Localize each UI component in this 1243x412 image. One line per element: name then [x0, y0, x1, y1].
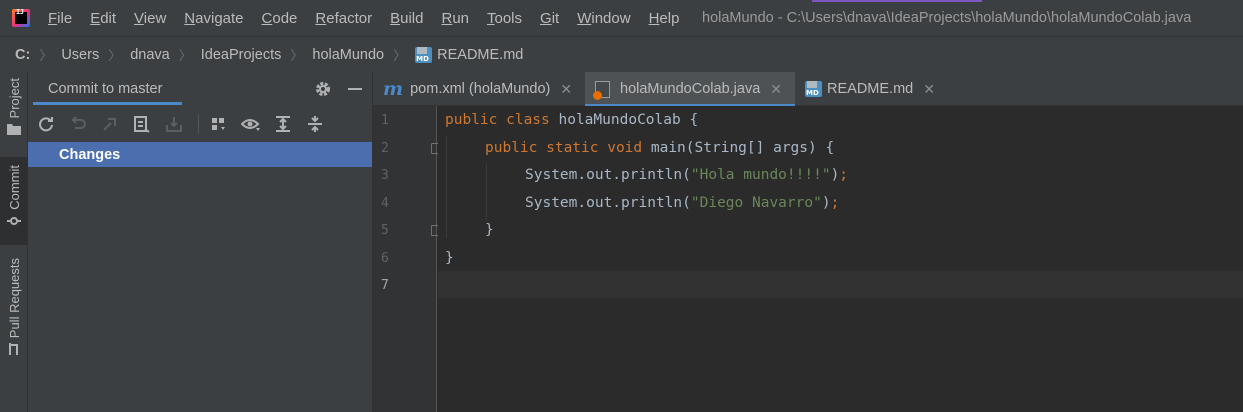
- window-title: holaMundo - C:\Users\dnava\IdeaProjects\…: [702, 10, 1192, 26]
- menu-file[interactable]: File: [48, 10, 72, 27]
- java-class-icon: [593, 80, 610, 100]
- indent-guide: [446, 136, 447, 238]
- line-number: 1: [381, 113, 389, 128]
- menu-edit[interactable]: Edit: [90, 10, 116, 27]
- line-number: 3: [381, 168, 389, 183]
- navigation-breadcrumb: C: 〉 Users 〉 dnava 〉 IdeaProjects 〉 hola…: [0, 36, 1243, 72]
- menu-git[interactable]: Git: [540, 10, 559, 27]
- shelve-icon[interactable]: [164, 114, 184, 134]
- pull-request-icon: [9, 343, 18, 356]
- commit-tool-window: Commit to master Changes: [28, 72, 373, 412]
- menu-window[interactable]: Window: [577, 10, 630, 27]
- menu-refactor[interactable]: Refactor: [315, 10, 372, 27]
- project-tool-label: Project: [6, 78, 22, 119]
- line-number: 2: [381, 141, 389, 156]
- breadcrumb-chevron-icon: 〉: [393, 48, 407, 63]
- view-options-eye-icon[interactable]: [241, 114, 261, 134]
- code-line-2: public static void main(String[] args) {: [485, 140, 835, 156]
- folder-icon: [7, 124, 21, 136]
- tool-window-stripe: Project Commit Pull Requests: [0, 72, 28, 412]
- tab-label: pom.xml (holaMundo): [410, 81, 551, 97]
- menu-run[interactable]: Run: [441, 10, 469, 27]
- gear-icon[interactable]: [314, 80, 332, 98]
- line-number: 6: [381, 251, 389, 266]
- line-number: 5: [381, 223, 389, 238]
- commit-tool-label: Commit: [6, 165, 22, 210]
- toolbar-separator: [198, 114, 199, 134]
- caret-row-highlight: [438, 271, 1243, 298]
- breadcrumb-chevron-icon: 〉: [39, 48, 53, 63]
- breadcrumb-users[interactable]: Users: [61, 47, 99, 63]
- commit-tool-button[interactable]: Commit: [0, 157, 28, 245]
- rollback-icon[interactable]: [68, 114, 88, 134]
- maven-icon: m: [383, 78, 404, 100]
- breadcrumb-ideaprojects[interactable]: IdeaProjects: [201, 47, 282, 63]
- menu-view[interactable]: View: [134, 10, 166, 27]
- menu-build[interactable]: Build: [390, 10, 423, 27]
- commit-toolbar: [28, 106, 372, 142]
- menu-code[interactable]: Code: [262, 10, 298, 27]
- active-tab-underline: [33, 102, 182, 105]
- refresh-icon[interactable]: [36, 114, 56, 134]
- menu-bar: IJ File Edit View Navigate Code Refactor…: [0, 0, 1243, 36]
- close-icon[interactable]: ✕: [560, 81, 572, 98]
- intellij-logo-text: IJ: [16, 8, 24, 16]
- breadcrumb-chevron-icon: 〉: [178, 48, 192, 63]
- tab-readme-md[interactable]: MD README.md ✕: [795, 72, 945, 106]
- code-line-4: System.out.println("Diego Navarro");: [525, 195, 840, 211]
- expand-all-icon[interactable]: [273, 114, 293, 134]
- indent-guide: [486, 164, 487, 220]
- code-line-5: }: [485, 222, 494, 238]
- menu-navigate[interactable]: Navigate: [184, 10, 243, 27]
- line-number-current: 7: [381, 278, 389, 293]
- breadcrumb-chevron-icon: 〉: [290, 48, 304, 63]
- close-icon[interactable]: ✕: [923, 81, 935, 98]
- close-icon[interactable]: ✕: [770, 81, 782, 98]
- markdown-file-icon: MD: [415, 46, 433, 63]
- breadcrumb-drive[interactable]: C:: [15, 47, 30, 63]
- menu-tools[interactable]: Tools: [487, 10, 522, 27]
- commit-panel-header: Commit to master: [28, 72, 372, 106]
- show-diff-icon[interactable]: [132, 114, 152, 134]
- commit-icon: [7, 216, 21, 225]
- tab-holamundocolab-java[interactable]: holaMundoColab.java ✕: [585, 72, 795, 107]
- menu-help[interactable]: Help: [649, 10, 680, 27]
- project-tool-button[interactable]: Project: [0, 78, 28, 148]
- code-line-1: public class holaMundoColab {: [445, 112, 699, 128]
- line-number: 4: [381, 196, 389, 211]
- editor-gutter[interactable]: 1 2 3 4 5 6 7: [373, 106, 441, 412]
- breadcrumb-readme[interactable]: README.md: [437, 47, 523, 63]
- tab-pom-xml[interactable]: m pom.xml (holaMundo) ✕: [373, 72, 585, 106]
- breadcrumb-chevron-icon: 〉: [108, 48, 122, 63]
- update-icon[interactable]: [100, 114, 120, 134]
- group-by-icon[interactable]: [209, 114, 229, 134]
- pull-requests-tool-label: Pull Requests: [6, 258, 22, 339]
- changes-tree-node[interactable]: Changes: [28, 142, 372, 167]
- breadcrumb-holamundo[interactable]: holaMundo: [312, 47, 384, 63]
- commit-panel-title[interactable]: Commit to master: [48, 81, 162, 97]
- breadcrumb-dnava[interactable]: dnava: [130, 47, 170, 63]
- window-accent-bar: [812, 0, 982, 2]
- minimize-icon[interactable]: [348, 88, 362, 90]
- tab-label: README.md: [827, 81, 914, 97]
- markdown-icon: MD: [805, 81, 822, 97]
- changes-label: Changes: [59, 146, 121, 163]
- code-line-3: System.out.println("Hola mundo!!!!");: [525, 167, 849, 183]
- pull-requests-tool-button[interactable]: Pull Requests: [0, 258, 28, 368]
- code-line-6: }: [445, 250, 454, 266]
- tab-label: holaMundoColab.java: [620, 81, 761, 97]
- editor-tab-bar: m pom.xml (holaMundo) ✕ holaMundoColab.j…: [373, 72, 1243, 107]
- collapse-all-icon[interactable]: [305, 114, 325, 134]
